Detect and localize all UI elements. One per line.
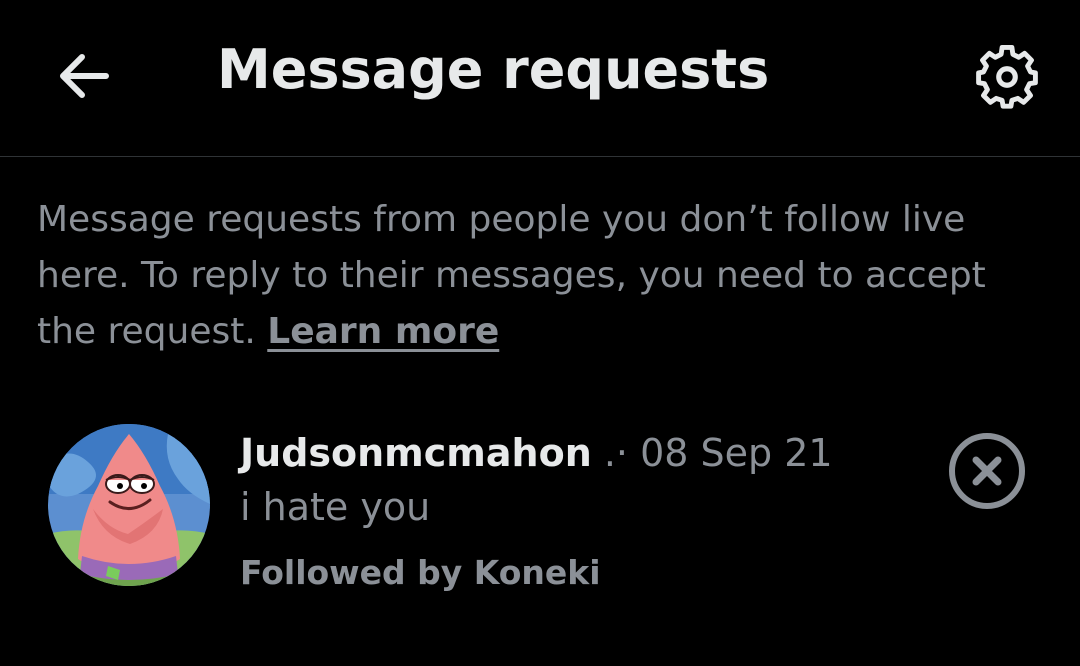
message-request-item[interactable]: Judsonmcmahon .· 08 Sep 21 i hate you Fo…: [0, 410, 1080, 610]
learn-more-link[interactable]: Learn more: [267, 311, 499, 352]
close-circle-icon: [949, 433, 1025, 509]
header: Message requests: [0, 0, 1080, 157]
arrow-left-icon: [60, 54, 109, 98]
back-button[interactable]: [52, 44, 116, 108]
page-title: Message requests: [217, 38, 770, 101]
sender-name[interactable]: Judsonmcmahon: [240, 431, 592, 475]
settings-button[interactable]: [970, 40, 1044, 114]
gear-icon: [976, 45, 1038, 109]
message-preview: i hate you: [240, 485, 431, 529]
request-header: Judsonmcmahon .· 08 Sep 21: [240, 430, 833, 476]
timestamp: 08 Sep 21: [640, 431, 833, 475]
followed-by-label: Followed by Koneki: [240, 553, 601, 592]
info-body: Message requests from people you don’t f…: [37, 199, 986, 352]
info-text: Message requests from people you don’t f…: [37, 192, 1047, 360]
dismiss-request-button[interactable]: [944, 428, 1030, 514]
avatar[interactable]: [48, 424, 210, 586]
separator-dot: .·: [603, 431, 629, 475]
